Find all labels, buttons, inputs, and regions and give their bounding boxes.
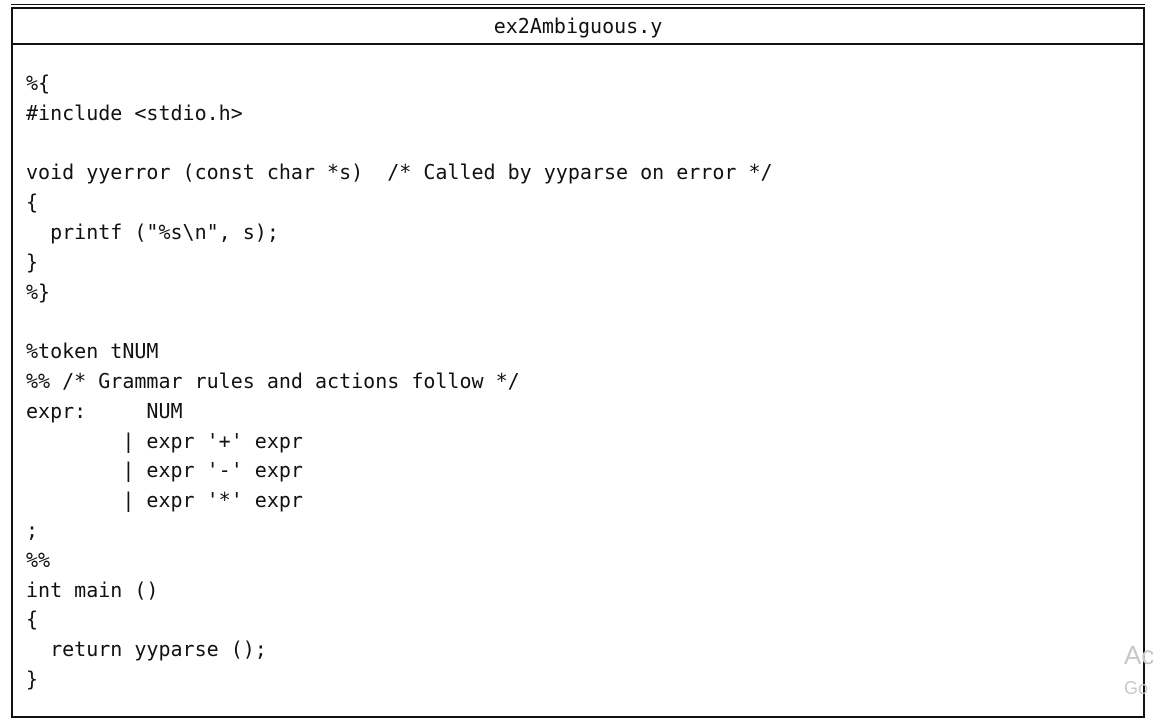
code-line: } [26,249,39,274]
code-line: { [26,607,39,632]
code-line: | expr '+' expr [26,428,303,453]
code-line: %% /* Grammar rules and actions follow *… [26,368,520,393]
code-line: %} [26,279,51,304]
code-line: %% [26,547,51,572]
code-line: return yyparse (); [26,637,267,662]
code-line: %token tNUM [26,339,159,364]
code-line: { [26,190,39,215]
code-line: ; [26,517,39,542]
code-listing-frame: ex2Ambiguous.y %{ #include <stdio.h> void … [11,7,1145,718]
top-rule [11,4,1145,5]
code-line: | expr '-' expr [26,458,303,483]
code-line: printf ("%s\n", s); [26,219,279,244]
code-block: %{ #include <stdio.h> void yyerror (const … [26,69,773,695]
watermark-line-1: Ac [1124,640,1153,670]
code-line: int main () [26,577,159,602]
listing-title: ex2Ambiguous.y [13,9,1143,45]
code-line: #include <stdio.h> [26,100,243,125]
code-line: expr: NUM [26,398,183,423]
code-line: } [26,666,39,691]
code-line: | expr '*' expr [26,488,303,513]
code-line: void yyerror (const char *s) /* Called b… [26,160,773,185]
watermark-line-2: Go [1124,678,1149,698]
code-line: %{ [26,71,51,95]
